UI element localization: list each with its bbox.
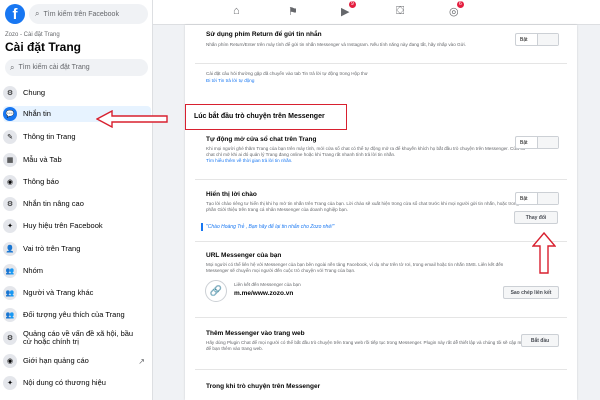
divider	[195, 317, 567, 318]
section-heading-during-chat: Trong khi trò chuyện trên Messenger	[206, 383, 321, 390]
return-key-desc: Nhấn phím Return/Enter trên máy tính để …	[206, 42, 466, 47]
globe-icon: ◉	[3, 354, 17, 368]
quote-bar	[201, 223, 203, 231]
settings-sidebar: f ⌕ Tìm kiếm trên Facebook Zozo - Cài đặ…	[0, 0, 153, 400]
settings-search-placeholder: Tìm kiếm cài đặt Trang	[18, 64, 90, 71]
copy-link-button[interactable]: Sao chép liên kết	[503, 286, 559, 299]
pencil-icon: ✎	[3, 130, 17, 144]
top-navigation-bar: ⌂ ⚑ ▶ 9 ⛋ ◎ 6	[153, 0, 600, 25]
sidebar-item-5[interactable]: ◉ Thông báo	[3, 174, 151, 190]
facebook-search-placeholder: Tìm kiếm trên Facebook	[43, 10, 119, 18]
toggle-label: Bật	[520, 139, 528, 146]
url-desc: Mọi người có thể liên hệ với Messenger c…	[206, 262, 504, 273]
auto-open-desc: Khi mọi người ghé thăm Trang của bạn trê…	[206, 146, 526, 157]
sidebar-item-label: Đối tượng yêu thích của Trang	[23, 310, 125, 319]
messaging-settings-panel: Sử dụng phím Return để gửi tin nhắn Nhấn…	[185, 25, 577, 400]
greeting-title: Hiển thị lời chào	[206, 191, 257, 198]
auto-open-title: Tự động mở cửa sổ chat trên Trang	[206, 136, 317, 143]
web-desc: Hãy dùng Plugin Chat để mọi người có thể…	[206, 340, 524, 351]
sidebar-item-14[interactable]: ✦ Nội dung có thương hiệu	[3, 375, 151, 391]
greeting-desc: Tạo lời chào riêng tư hiển thị khi họ mở…	[206, 201, 519, 212]
badge-icon: ✦	[3, 376, 17, 390]
sidebar-item-12[interactable]: ⚙ Quảng cáo về vấn đề xã hội, bầu cử hoặc…	[3, 326, 151, 350]
annotation-highlight-box: Lúc bắt đầu trò chuyện trên Messenger	[185, 104, 347, 130]
sidebar-item-11[interactable]: 👥 Đối tượng yêu thích của Trang	[3, 307, 151, 323]
divider	[195, 63, 567, 64]
messenger-icon: 💬	[3, 107, 17, 121]
greeting-preview: "Chào Hoàng Trẻ , Bạn hãy để lại tin nhắ…	[206, 224, 335, 230]
search-icon: ⌕	[35, 9, 40, 18]
gear-icon: ⚙	[3, 86, 17, 100]
auto-reply-link[interactable]: Đi tới Tin trả lời tự động	[206, 78, 526, 84]
sidebar-item-label: Quảng cáo về vấn đề xã hội, bầu cử hoặc …	[23, 329, 134, 346]
sidebar-item-label: Thông tin Trang	[23, 132, 76, 141]
return-key-title: Sử dụng phím Return để gửi tin nhắn	[206, 31, 322, 38]
sidebar-item-label: Huy hiệu trên Facebook	[23, 221, 103, 230]
auto-open-toggle[interactable]: Bật	[515, 136, 559, 149]
sidebar-item-10[interactable]: 👥 Người và Trang khác	[3, 285, 151, 301]
marketplace-icon[interactable]: ⛋	[396, 5, 404, 18]
return-key-toggle[interactable]: Bật	[515, 33, 559, 46]
gear-icon: ⚙	[3, 331, 17, 345]
flag-icon[interactable]: ⚑	[288, 5, 298, 18]
sidebar-item-1[interactable]: ⚙ Chung	[3, 85, 151, 101]
link-icon: 🔗	[205, 280, 227, 302]
divider	[195, 179, 567, 180]
divider	[195, 369, 567, 370]
facebook-logo[interactable]: f	[5, 4, 25, 24]
get-started-button[interactable]: Bắt đầu	[521, 334, 559, 347]
sidebar-item-9[interactable]: 👥 Nhóm	[3, 263, 151, 279]
notification-badge: 6	[457, 1, 464, 8]
sidebar-item-label: Thông báo	[23, 177, 59, 186]
url-title: URL Messenger của bạn	[206, 252, 282, 259]
sidebar-item-3[interactable]: ✎ Thông tin Trang	[3, 129, 151, 145]
video-icon[interactable]: ▶ 9	[341, 1, 356, 18]
grid-icon: ▦	[3, 153, 17, 167]
home-icon[interactable]: ⌂	[233, 5, 240, 17]
section-heading-start-chat: Lúc bắt đầu trò chuyện trên Messenger	[194, 113, 325, 120]
greeting-toggle[interactable]: Bật	[515, 192, 559, 205]
response-time-link[interactable]: Tìm hiểu thêm về thời gian trả lời tin n…	[206, 158, 526, 164]
sidebar-item-label: Giới hạn quảng cáo	[23, 356, 89, 365]
group-icon: 👥	[3, 264, 17, 278]
url-label: Liên kết đến Messenger của bạn	[234, 282, 301, 287]
external-link-icon: ↗	[138, 356, 145, 366]
sidebar-item-8[interactable]: 👤 Vai trò trên Trang	[3, 241, 151, 257]
sidebar-item-4[interactable]: ▦ Mẫu và Tab	[3, 152, 151, 168]
sidebar-item-label: Nội dung có thương hiệu	[23, 378, 106, 387]
page-title: Cài đặt Trang	[5, 40, 82, 54]
annotation-arrow-up-icon	[532, 232, 556, 274]
sidebar-item-label: Người và Trang khác	[23, 288, 94, 297]
sidebar-item-label: Vai trò trên Trang	[23, 244, 81, 253]
sidebar-item-6[interactable]: ⚙ Nhắn tin nâng cao	[3, 196, 151, 212]
messenger-url: m.me/www.zozo.vn	[234, 290, 294, 297]
settings-search-input[interactable]: ⌕ Tìm kiếm cài đặt Trang	[5, 59, 148, 76]
groups-icon[interactable]: ◎ 6	[449, 1, 464, 18]
sidebar-item-7[interactable]: ✦ Huy hiệu trên Facebook	[3, 218, 151, 234]
faq-desc: Cài đặt câu hỏi thường gặp đã chuyển vào…	[206, 71, 368, 76]
facebook-search-input[interactable]: ⌕ Tìm kiếm trên Facebook	[29, 4, 148, 24]
divider	[195, 241, 567, 242]
change-greeting-button[interactable]: Thay đổi	[514, 211, 558, 224]
sidebar-item-label: Mẫu và Tab	[23, 155, 62, 164]
search-icon: ⌕	[10, 62, 15, 72]
sidebar-item-label: Nhóm	[23, 266, 44, 275]
people-icon: 👥	[3, 286, 17, 300]
toggle-label: Bật	[520, 195, 528, 202]
badge-icon: ✦	[3, 219, 17, 233]
notification-badge: 9	[349, 1, 356, 8]
sidebar-item-label: Nhắn tin nâng cao	[23, 199, 84, 208]
sidebar-item-13[interactable]: ◉ Giới hạn quảng cáo ↗	[3, 353, 151, 369]
toggle-label: Bật	[520, 36, 528, 43]
people-icon: 👥	[3, 308, 17, 322]
web-title: Thêm Messenger vào trang web	[206, 330, 305, 337]
person-icon: 👤	[3, 242, 17, 256]
gear-icon: ⚙	[3, 197, 17, 211]
breadcrumb[interactable]: Zozo - Cài đặt Trang	[5, 32, 60, 38]
annotation-arrow-left-icon	[96, 110, 168, 128]
sidebar-item-label: Chung	[23, 88, 46, 97]
globe-icon: ◉	[3, 175, 17, 189]
